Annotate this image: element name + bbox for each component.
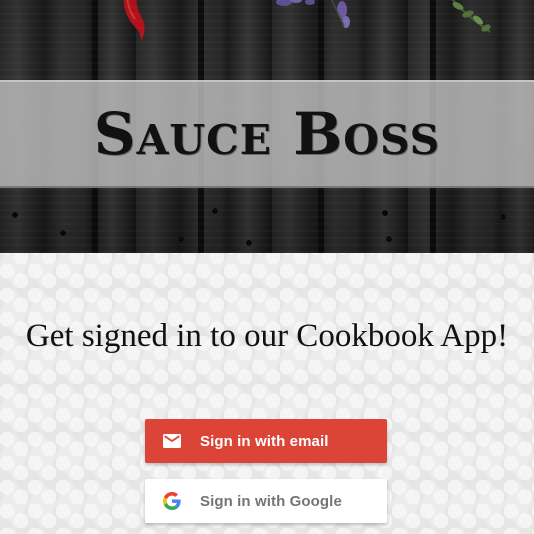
nail-head <box>212 208 218 214</box>
sign-in-email-button[interactable]: Sign in with email <box>145 419 387 463</box>
nail-head <box>60 230 66 236</box>
nail-head <box>12 212 18 218</box>
herb-sprig-image <box>451 0 491 33</box>
sign-in-email-label: Sign in with email <box>200 432 329 450</box>
nail-head <box>386 236 392 242</box>
title-band: Sauce Boss <box>0 80 534 188</box>
nail-head <box>500 214 506 220</box>
nail-head <box>382 210 388 216</box>
nail-head <box>246 240 252 246</box>
sign-in-google-label: Sign in with Google <box>200 492 342 510</box>
sign-in-google-button[interactable]: Sign in with Google <box>145 479 387 523</box>
mail-icon <box>162 431 182 451</box>
page-headline: Get signed in to our Cookbook App! <box>25 318 509 354</box>
google-icon <box>162 491 182 511</box>
hero-banner: Sauce Boss <box>0 0 534 253</box>
nail-head <box>178 236 184 242</box>
app-title: Sauce Boss <box>93 100 441 168</box>
chili-pepper-image <box>123 0 145 42</box>
lavender-sprig-image <box>276 0 350 28</box>
